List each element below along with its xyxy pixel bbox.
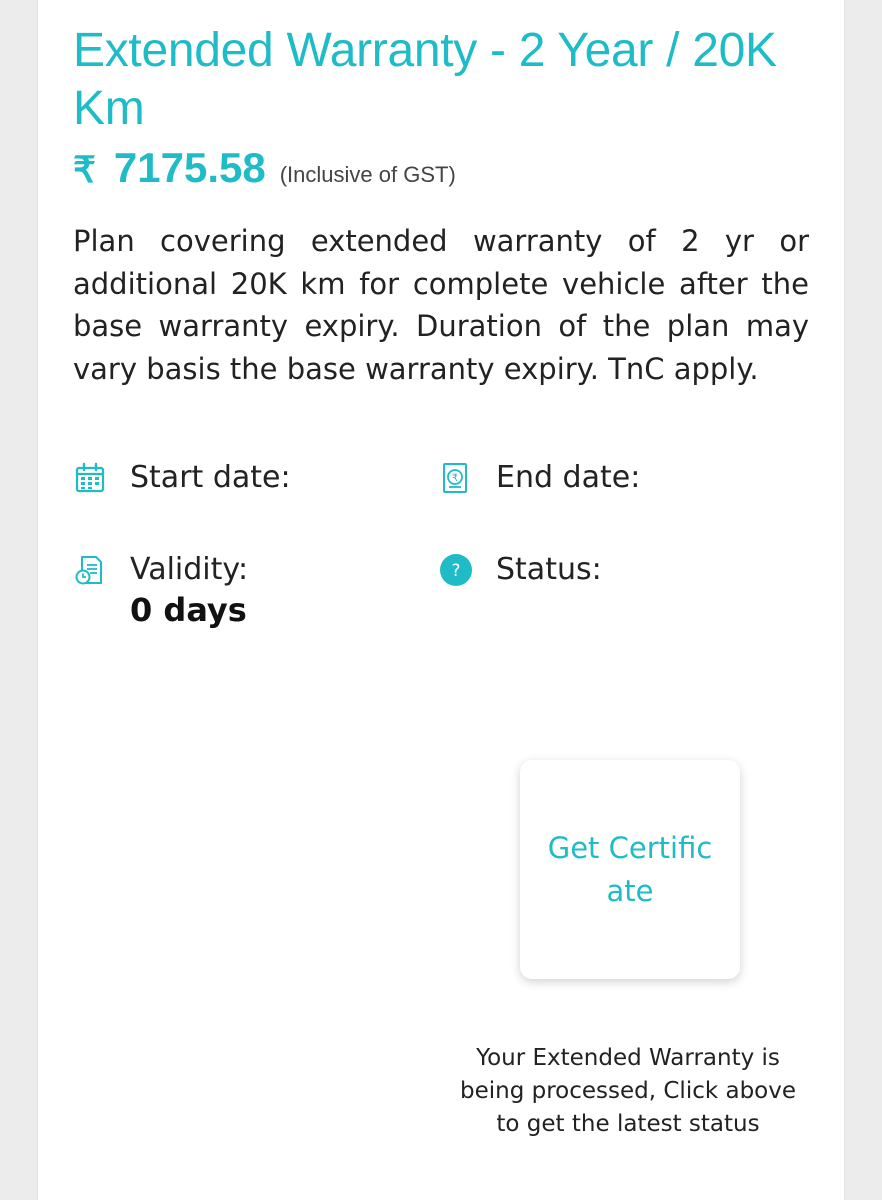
receipt-rupee-icon: ₹ <box>443 463 467 493</box>
rupee-symbol: ₹ <box>73 149 96 190</box>
start-date-field: Start date: <box>74 460 291 496</box>
document-clock-icon <box>75 556 102 585</box>
validity-value: 0 days <box>130 591 247 629</box>
svg-text:₹: ₹ <box>452 473 458 484</box>
validity-field: Validity: 0 days <box>74 552 248 632</box>
calendar-icon <box>75 462 105 493</box>
tax-note: (Inclusive of GST) <box>279 162 456 187</box>
start-date-label: Start date: <box>130 460 291 495</box>
question-circle-icon: ? <box>440 554 472 586</box>
status-field: ? Status: <box>440 552 602 588</box>
end-date-label: End date: <box>496 460 641 495</box>
plan-title: Extended Warranty - 2 Year / 20K Km <box>73 24 777 135</box>
status-label: Status: <box>496 552 602 587</box>
end-date-field: ₹ End date: <box>440 460 640 496</box>
get-certificate-button[interactable]: Get Certificate <box>520 760 740 979</box>
price-row: ₹ 7175.58 (Inclusive of GST) <box>73 144 456 196</box>
get-certificate-label: Get Certificate <box>547 830 713 908</box>
plan-description: Plan covering extended warranty of 2 yr … <box>73 224 809 386</box>
processing-message: Your Extended Warranty is being processe… <box>459 1045 797 1137</box>
warranty-plan-card: Extended Warranty - 2 Year / 20K Km ₹ 71… <box>38 0 844 1200</box>
validity-label: Validity: <box>130 552 249 587</box>
plan-price: 7175.58 <box>113 144 266 191</box>
svg-text:?: ? <box>451 561 460 581</box>
